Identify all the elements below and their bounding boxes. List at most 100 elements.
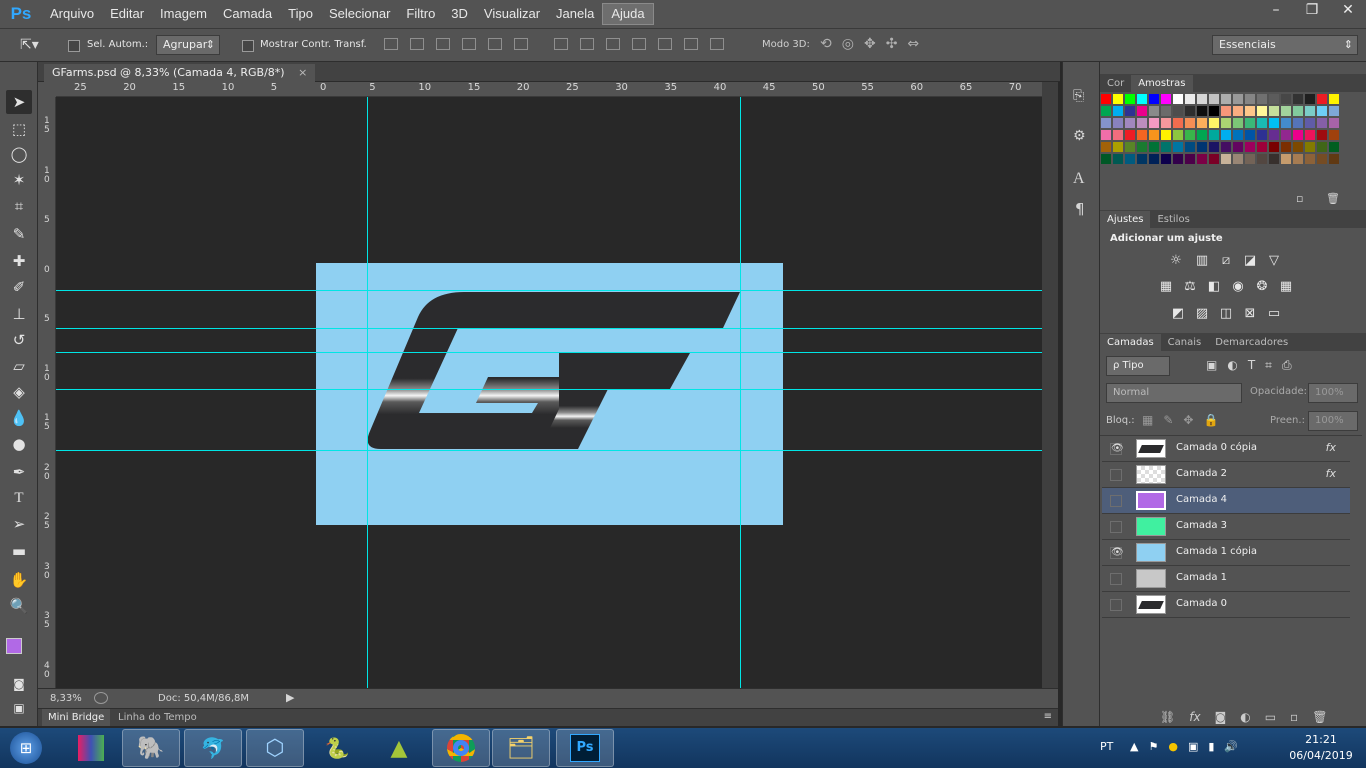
color-swatch[interactable] xyxy=(1197,130,1207,140)
restore-button[interactable]: ❐ xyxy=(1294,0,1330,22)
color-swatch[interactable] xyxy=(1173,130,1183,140)
color-swatch[interactable] xyxy=(1149,142,1159,152)
color-swatch[interactable] xyxy=(1245,130,1255,140)
tab-cor[interactable]: Cor xyxy=(1100,75,1131,92)
color-swatch[interactable] xyxy=(1209,130,1219,140)
color-swatch[interactable] xyxy=(1317,130,1327,140)
color-swatch[interactable] xyxy=(1281,154,1291,164)
color-swatch[interactable] xyxy=(1269,106,1279,116)
distribute-right-icon[interactable] xyxy=(684,38,698,50)
color-swatch[interactable] xyxy=(1233,118,1243,128)
color-swatch[interactable] xyxy=(1197,106,1207,116)
lasso-tool-icon[interactable]: ◯ xyxy=(6,142,32,166)
roll-3d-icon[interactable]: ◎ xyxy=(842,36,854,52)
menu-janela[interactable]: Janela xyxy=(548,3,602,25)
color-swatch[interactable] xyxy=(1293,154,1303,164)
color-swatch[interactable] xyxy=(1221,94,1231,104)
show-transform-checkbox[interactable] xyxy=(242,39,254,52)
rectangle-tool-icon[interactable]: ▬ xyxy=(6,539,32,563)
color-swatch[interactable] xyxy=(1161,118,1171,128)
color-swatch[interactable] xyxy=(1173,94,1183,104)
color-swatch[interactable] xyxy=(1137,106,1147,116)
channel-mixer-icon[interactable]: ❂ xyxy=(1254,280,1270,294)
layer-effects-icon[interactable]: fx xyxy=(1326,467,1336,480)
document-tab[interactable]: GFarms.psd @ 8,33% (Camada 4, RGB/8*) × xyxy=(44,64,316,82)
color-swatch[interactable] xyxy=(1185,142,1195,152)
visibility-eye-icon[interactable] xyxy=(1110,521,1122,533)
magic-wand-tool-icon[interactable]: ✶ xyxy=(6,168,32,192)
color-swatch[interactable] xyxy=(1173,142,1183,152)
selective-color-icon[interactable]: ⊠ xyxy=(1242,307,1258,321)
rotate-3d-icon[interactable]: ⟲ xyxy=(820,36,832,52)
action-center-icon[interactable]: ⚑ xyxy=(1148,740,1158,753)
color-swatch[interactable] xyxy=(1137,94,1147,104)
color-swatch[interactable] xyxy=(1233,154,1243,164)
tab-estilos[interactable]: Estilos xyxy=(1150,211,1196,228)
color-swatch[interactable] xyxy=(1113,154,1123,164)
color-swatch[interactable] xyxy=(1161,106,1171,116)
slide-3d-icon[interactable]: ✣ xyxy=(886,36,898,52)
color-swatch[interactable] xyxy=(1101,118,1111,128)
layer-style-icon[interactable]: fx xyxy=(1189,710,1200,724)
paragraph-panel-icon[interactable]: ¶ xyxy=(1075,200,1085,218)
menu-3d[interactable]: 3D xyxy=(443,3,476,25)
device-icon[interactable]: ▣ xyxy=(1188,740,1198,753)
document-canvas[interactable] xyxy=(56,97,1042,688)
color-swatch[interactable] xyxy=(1209,118,1219,128)
new-layer-icon[interactable]: ▫ xyxy=(1290,710,1298,724)
color-swatch[interactable] xyxy=(1209,154,1219,164)
posterize-icon[interactable]: ▨ xyxy=(1194,307,1210,321)
pixel-filter-icon[interactable]: ▣ xyxy=(1206,358,1217,373)
color-swatch[interactable] xyxy=(1173,154,1183,164)
color-swatch[interactable] xyxy=(1149,154,1159,164)
taskbar-app-6[interactable]: ▲ xyxy=(370,729,428,767)
visibility-eye-icon[interactable]: 👁 xyxy=(1110,547,1124,559)
gradient-map-icon[interactable]: ▭ xyxy=(1266,307,1282,321)
menu-tipo[interactable]: Tipo xyxy=(280,3,321,25)
color-swatch[interactable] xyxy=(1197,94,1207,104)
color-swatch[interactable] xyxy=(1113,118,1123,128)
horizontal-ruler[interactable]: 25 20 15 10 5 0 5 10 15 20 25 30 35 40 45 50 55 60 65 70 xyxy=(56,82,1042,97)
distribute-bottom-icon[interactable] xyxy=(606,38,620,50)
color-swatch[interactable] xyxy=(1269,142,1279,152)
color-swatch[interactable] xyxy=(1329,118,1339,128)
color-swatch[interactable] xyxy=(1329,154,1339,164)
color-swatch[interactable] xyxy=(1137,130,1147,140)
scale-3d-icon[interactable]: ⇔ xyxy=(907,36,919,52)
new-swatch-icon[interactable]: ▫ xyxy=(1296,192,1303,205)
auto-select-checkbox[interactable] xyxy=(68,39,80,52)
layer-name[interactable]: Camada 3 xyxy=(1176,520,1227,531)
menu-visualizar[interactable]: Visualizar xyxy=(476,3,548,25)
adjustment-filter-icon[interactable]: ◐ xyxy=(1227,358,1237,373)
visibility-eye-icon[interactable] xyxy=(1110,495,1122,507)
color-swatch[interactable] xyxy=(1185,106,1195,116)
taskbar-app-4[interactable]: ⬡ xyxy=(246,729,304,767)
color-swatch[interactable] xyxy=(1257,106,1267,116)
vibrance-icon[interactable]: ▽ xyxy=(1266,254,1282,268)
color-swatch[interactable] xyxy=(1125,106,1135,116)
color-swatch[interactable] xyxy=(1233,106,1243,116)
color-swatch[interactable] xyxy=(1257,94,1267,104)
clone-stamp-tool-icon[interactable]: ⊥ xyxy=(6,302,32,326)
smart-object-filter-icon[interactable]: ⎙ xyxy=(1282,358,1292,373)
taskbar-app-2[interactable]: 🐘 xyxy=(122,729,180,767)
path-selection-tool-icon[interactable]: ➢ xyxy=(6,512,32,536)
language-indicator[interactable]: PT xyxy=(1100,740,1113,753)
taskbar-app-5[interactable]: 🐍 xyxy=(308,729,366,767)
layer-row[interactable]: Camada 2 fx xyxy=(1102,462,1350,488)
tab-ajustes[interactable]: Ajustes xyxy=(1100,211,1151,228)
align-vcenter-icon[interactable] xyxy=(410,38,424,50)
panel-menu-icon[interactable]: ≡ xyxy=(1044,711,1052,722)
align-left-icon[interactable] xyxy=(462,38,476,50)
eyedropper-tool-icon[interactable]: ✎ xyxy=(6,222,32,246)
color-swatch[interactable] xyxy=(1101,142,1111,152)
lock-all-icon[interactable]: 🔒 xyxy=(1203,413,1218,427)
status-menu-arrow-icon[interactable]: ▶ xyxy=(286,691,294,704)
color-swatch[interactable] xyxy=(1269,130,1279,140)
new-adjustment-icon[interactable]: ◐ xyxy=(1240,710,1250,724)
color-swatch[interactable] xyxy=(1317,142,1327,152)
color-swatch[interactable] xyxy=(1113,142,1123,152)
color-swatch[interactable] xyxy=(1293,106,1303,116)
color-balance-icon[interactable]: ⚖ xyxy=(1182,280,1198,294)
vertical-ruler[interactable]: 15 10 5 0 5 10 15 20 25 30 35 40 xyxy=(38,97,56,688)
